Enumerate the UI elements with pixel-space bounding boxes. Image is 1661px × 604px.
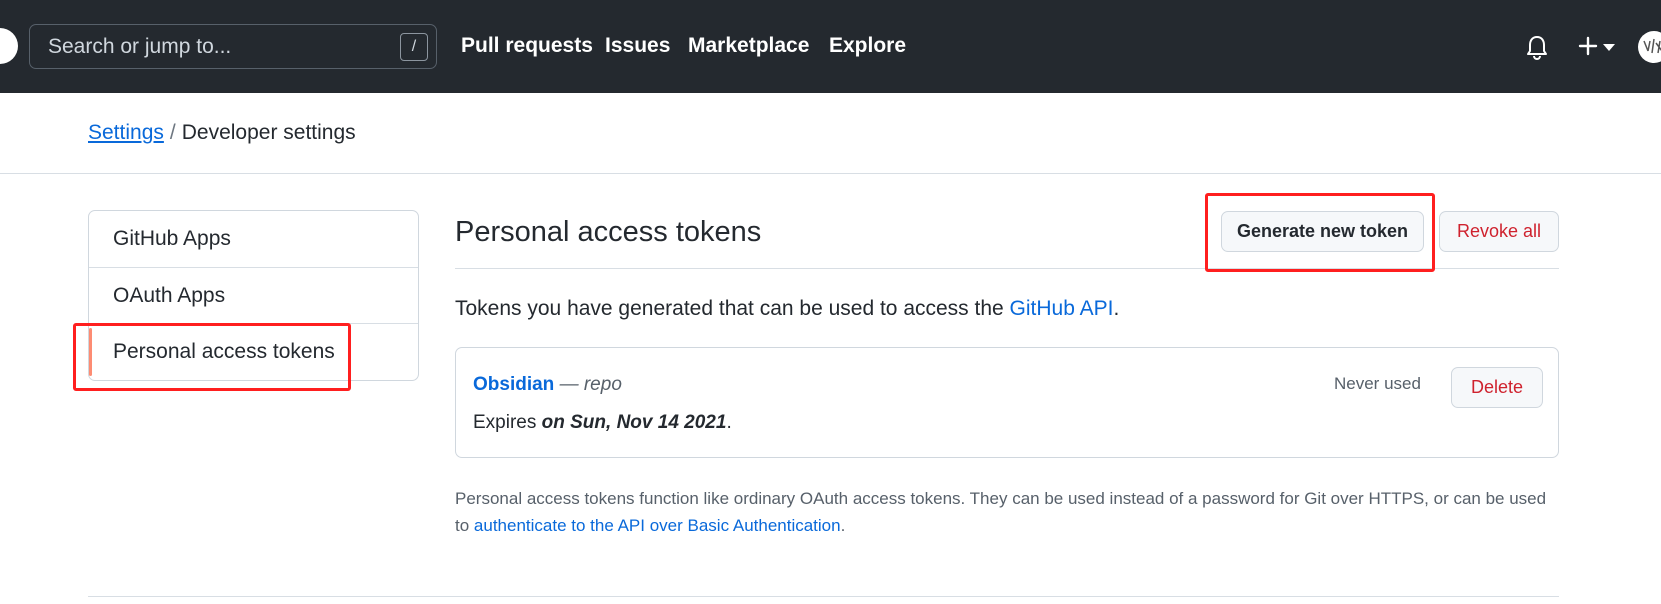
revoke-all-button[interactable]: Revoke all bbox=[1439, 211, 1559, 252]
caret-down-icon[interactable] bbox=[1603, 44, 1615, 52]
token-scope: repo bbox=[583, 374, 622, 395]
token-dash: — bbox=[554, 374, 584, 395]
plus-icon[interactable] bbox=[1578, 36, 1598, 56]
github-api-link[interactable]: GitHub API bbox=[1010, 297, 1114, 320]
nav-issues[interactable]: Issues bbox=[605, 34, 670, 58]
sidebar-item-oauth-apps[interactable]: OAuth Apps bbox=[89, 267, 418, 323]
page-title: Personal access tokens bbox=[455, 216, 762, 248]
main-content: Personal access tokens Generate new toke… bbox=[455, 190, 1559, 590]
nav-pull-requests[interactable]: Pull requests bbox=[461, 34, 593, 58]
search-box[interactable]: / bbox=[29, 24, 437, 69]
search-input[interactable] bbox=[48, 25, 388, 68]
token-name-link[interactable]: Obsidian bbox=[473, 374, 554, 395]
developer-settings-menu: GitHub Apps OAuth Apps Personal access t… bbox=[88, 210, 419, 381]
breadcrumb-current: Developer settings bbox=[181, 121, 356, 144]
avatar[interactable] bbox=[1638, 31, 1661, 63]
token-list-item: Obsidian — repo Expires on Sun, Nov 14 2… bbox=[455, 347, 1559, 458]
breadcrumb-bar: Settings / Developer settings bbox=[0, 93, 1661, 174]
slash-shortcut-key: / bbox=[400, 33, 428, 61]
sidebar-item-personal-access-tokens[interactable]: Personal access tokens bbox=[89, 323, 418, 379]
token-expiry-date: on Sun, Nov 14 2021 bbox=[541, 412, 727, 433]
basic-auth-link[interactable]: authenticate to the API over Basic Authe… bbox=[474, 516, 841, 535]
title-divider bbox=[455, 268, 1559, 269]
github-logo-icon[interactable] bbox=[0, 28, 18, 64]
generate-new-token-button[interactable]: Generate new token bbox=[1221, 211, 1424, 252]
token-last-used: Never used bbox=[1334, 374, 1421, 393]
global-header: / Pull requests Issues Marketplace Explo… bbox=[0, 0, 1661, 93]
nav-marketplace[interactable]: Marketplace bbox=[688, 34, 809, 58]
breadcrumb-settings-link[interactable]: Settings bbox=[88, 121, 164, 144]
footnote-suffix: . bbox=[840, 516, 846, 535]
delete-token-button[interactable]: Delete bbox=[1451, 367, 1543, 408]
avatar-pattern-icon bbox=[1643, 38, 1661, 54]
intro-text: Tokens you have generated that can be us… bbox=[455, 297, 1119, 321]
token-expiry: Expires on Sun, Nov 14 2021. bbox=[473, 412, 732, 434]
token-title: Obsidian — repo bbox=[473, 374, 622, 396]
footnote-text: Personal access tokens function like ord… bbox=[455, 485, 1559, 539]
footer-divider bbox=[88, 596, 1559, 597]
intro-suffix: . bbox=[1113, 297, 1120, 320]
breadcrumb-separator: / bbox=[169, 121, 176, 144]
intro-prefix: Tokens you have generated that can be us… bbox=[455, 297, 1010, 320]
sidebar-item-github-apps[interactable]: GitHub Apps bbox=[89, 211, 418, 267]
token-expiry-suffix: . bbox=[726, 412, 732, 433]
breadcrumb: Settings / Developer settings bbox=[88, 121, 356, 145]
token-expiry-prefix: Expires bbox=[473, 412, 542, 433]
nav-explore[interactable]: Explore bbox=[829, 34, 906, 58]
bell-icon[interactable] bbox=[1526, 35, 1548, 61]
